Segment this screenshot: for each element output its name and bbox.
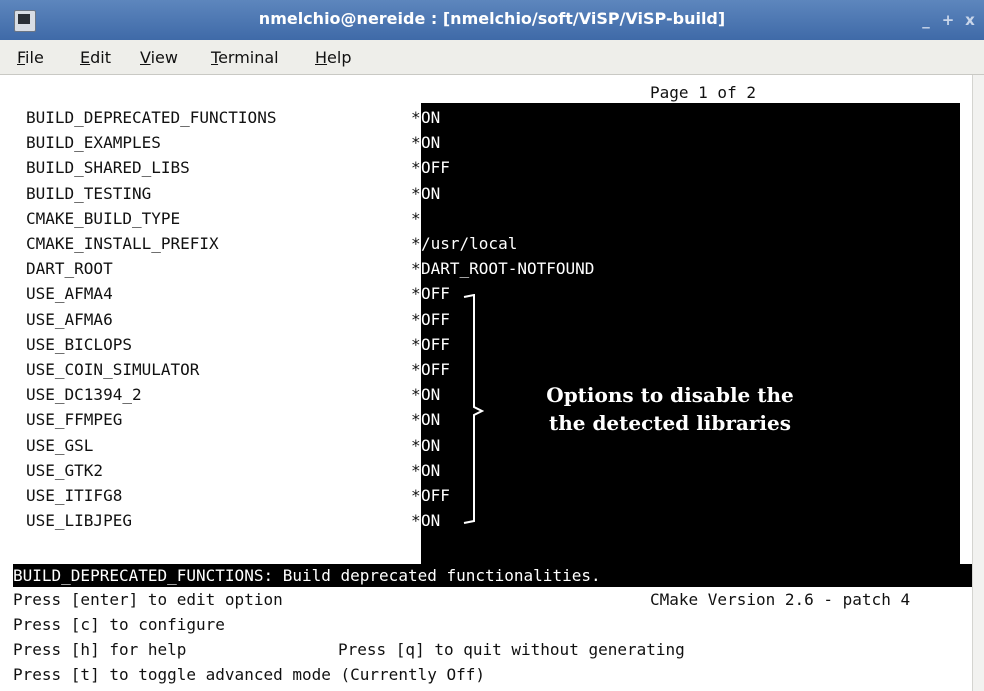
page-indicator: Page 1 of 2 <box>650 83 756 102</box>
option-value[interactable]: OFF <box>421 360 450 380</box>
option-value[interactable]: /usr/local <box>421 234 517 254</box>
option-value[interactable]: OFF <box>421 310 450 330</box>
option-modified-marker: * <box>411 435 421 455</box>
option-value[interactable]: OFF <box>421 158 450 178</box>
terminal-area[interactable]: Page 1 of 2 BUILD_DEPRECATED_FUNCTIONS * O… <box>0 75 972 691</box>
option-value[interactable]: ON <box>421 436 440 456</box>
option-value[interactable]: ON <box>421 385 440 405</box>
annotation-line-1: Options to disable the <box>546 383 794 407</box>
annotation-line-2: the detected libraries <box>548 411 792 435</box>
option-name[interactable]: BUILD_DEPRECATED_FUNCTIONS <box>26 108 276 128</box>
option-name[interactable]: USE_AFMA4 <box>26 284 113 304</box>
help-enter: Press [enter] to edit option <box>13 590 283 609</box>
maximize-button[interactable]: + <box>938 11 958 29</box>
option-name[interactable]: BUILD_EXAMPLES <box>26 133 161 153</box>
menu-file[interactable]: File <box>17 48 44 67</box>
option-value[interactable]: ON <box>421 133 440 153</box>
option-modified-marker: * <box>411 486 421 505</box>
menu-terminal[interactable]: Terminal <box>211 48 279 67</box>
option-modified-marker: * <box>411 208 421 228</box>
option-name[interactable]: USE_AFMA6 <box>26 310 113 330</box>
title-bar[interactable]: nmelchio@nereide : [nmelchio/soft/ViSP/V… <box>0 0 984 41</box>
menu-view[interactable]: View <box>140 48 178 67</box>
option-modified-marker: * <box>411 334 421 354</box>
option-value[interactable]: ON <box>421 184 440 204</box>
option-modified-marker: * <box>411 284 421 304</box>
help-toggle: Press [t] to toggle advanced mode (Curre… <box>13 665 486 684</box>
option-value[interactable]: DART_ROOT-NOTFOUND <box>421 259 594 279</box>
menu-bar: File Edit View Terminal Help <box>0 40 984 75</box>
option-modified-marker: * <box>411 511 421 531</box>
window-title: nmelchio@nereide : [nmelchio/soft/ViSP/V… <box>258 9 726 28</box>
option-value[interactable]: ON <box>421 461 440 481</box>
option-modified-marker: * <box>411 410 421 430</box>
option-name[interactable]: USE_GSL <box>26 436 93 456</box>
values-panel <box>421 103 960 566</box>
option-modified-marker: * <box>411 133 421 153</box>
option-value[interactable]: OFF <box>421 486 450 506</box>
option-name[interactable]: USE_ITIFG8 <box>26 486 122 506</box>
bracket-icon <box>463 294 484 524</box>
option-value[interactable]: OFF <box>421 335 450 355</box>
annotation: Options to disable the the detected libr… <box>520 381 820 437</box>
option-modified-marker: * <box>411 183 421 203</box>
option-name[interactable]: USE_LIBJPEG <box>26 511 132 531</box>
close-button[interactable]: x <box>960 11 980 29</box>
minimize-button[interactable]: _ <box>916 11 936 29</box>
option-modified-marker: * <box>411 309 421 329</box>
option-modified-marker: * <box>411 259 421 279</box>
option-name[interactable]: USE_BICLOPS <box>26 335 132 355</box>
option-modified-marker: * <box>411 158 421 178</box>
option-value[interactable]: ON <box>421 410 440 430</box>
option-name[interactable]: USE_GTK2 <box>26 461 103 481</box>
help-quit: Press [q] to quit without generating <box>338 640 685 659</box>
option-name[interactable]: BUILD_SHARED_LIBS <box>26 158 190 178</box>
menu-help[interactable]: Help <box>315 48 351 67</box>
help-configure: Press [c] to configure <box>13 615 225 634</box>
option-name[interactable]: CMAKE_INSTALL_PREFIX <box>26 234 219 254</box>
option-modified-marker: * <box>411 360 421 379</box>
help-help: Press [h] for help <box>13 640 187 659</box>
option-modified-marker: * <box>411 460 421 480</box>
option-name[interactable]: CMAKE_BUILD_TYPE <box>26 209 180 229</box>
option-modified-marker: * <box>411 385 421 405</box>
option-modified-marker: * <box>411 234 421 253</box>
option-value[interactable]: ON <box>421 511 440 531</box>
option-modified-marker: * <box>411 108 421 127</box>
option-name[interactable]: BUILD_TESTING <box>26 184 151 204</box>
scrollbar[interactable] <box>972 75 984 691</box>
option-value[interactable]: ON <box>421 108 440 128</box>
cmake-version: CMake Version 2.6 - patch 4 <box>650 590 911 609</box>
option-value[interactable]: OFF <box>421 284 450 304</box>
status-text: BUILD_DEPRECATED_FUNCTIONS: Build deprec… <box>13 566 601 585</box>
terminal-window: nmelchio@nereide : [nmelchio/soft/ViSP/V… <box>0 0 984 691</box>
option-name[interactable]: USE_FFMPEG <box>26 410 122 430</box>
menu-edit[interactable]: Edit <box>80 48 111 67</box>
option-name[interactable]: USE_DC1394_2 <box>26 385 142 405</box>
option-name[interactable]: DART_ROOT <box>26 259 113 279</box>
option-name[interactable]: USE_COIN_SIMULATOR <box>26 360 199 380</box>
